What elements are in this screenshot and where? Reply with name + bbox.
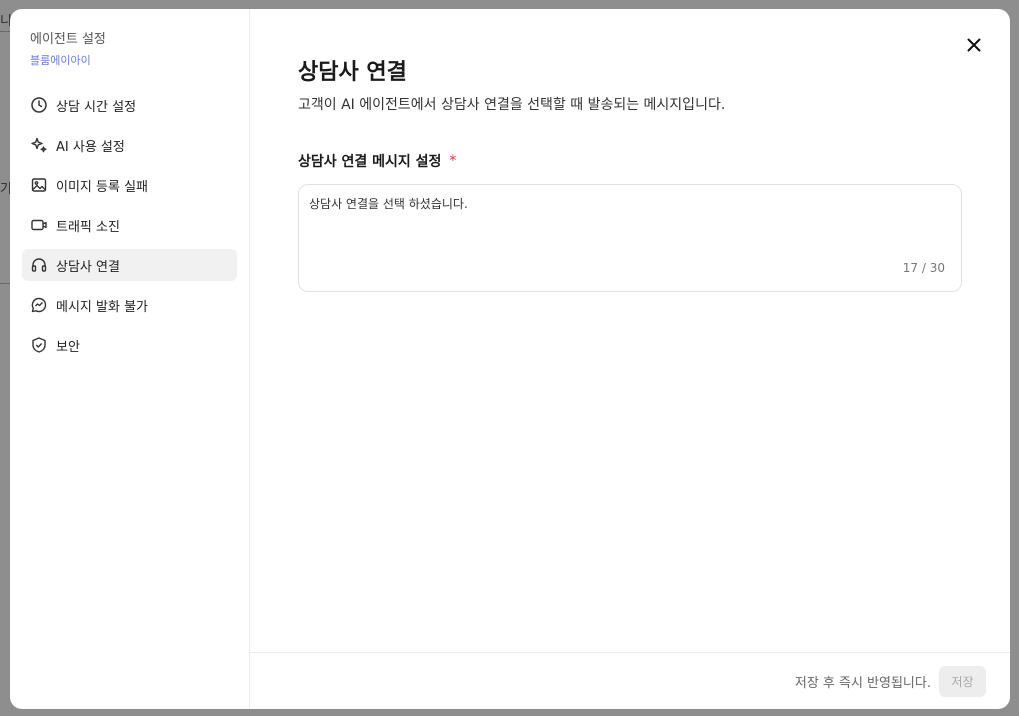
sidebar-item-label: 상담사 연결 [56,259,120,275]
backdrop-divider [0,31,10,32]
sidebar-item-label: 이미지 등록 실패 [56,179,148,195]
sidebar-item-ai-usage[interactable]: AI 사용 설정 [22,129,237,161]
headset-icon [30,256,48,274]
character-counter: 17 / 30 [902,261,945,275]
workspace-name: 블룸에이아이 [30,54,91,67]
sidebar: 에이전트 설정 블룸에이아이 상담 시간 설정 AI 사용 설정 이미지 등록 … [10,9,250,709]
content: 상담사 연결 고객이 AI 에이전트에서 상담사 연결을 선택할 때 발송되는 … [250,9,1010,292]
sidebar-item-security[interactable]: 보안 [22,329,237,361]
footer: 저장 후 즉시 반영됩니다. 저장 [250,652,1010,709]
backdrop-divider-2 [0,283,10,284]
sidebar-item-image-upload-failure[interactable]: 이미지 등록 실패 [22,169,237,201]
sidebar-nav: 상담 시간 설정 AI 사용 설정 이미지 등록 실패 트래픽 소진 상담사 연… [22,89,237,361]
close-icon [967,38,981,52]
clock-icon [30,96,48,114]
message-textarea-container: 상담사 연결을 선택 하셨습니다. 17 / 30 [298,184,962,292]
chat-bubble-icon [30,296,48,314]
close-button[interactable] [964,35,984,55]
sidebar-item-label: 트래픽 소진 [56,219,120,235]
sidebar-item-traffic-exhausted[interactable]: 트래픽 소진 [22,209,237,241]
main-panel: 상담사 연결 고객이 AI 에이전트에서 상담사 연결을 선택할 때 발송되는 … [250,9,1010,709]
footer-note: 저장 후 즉시 반영됩니다. [794,675,931,691]
sidebar-item-label: 메시지 발화 불가 [56,299,148,315]
message-textarea[interactable]: 상담사 연결을 선택 하셨습니다. [309,195,951,255]
sidebar-item-consult-hours[interactable]: 상담 시간 설정 [22,89,237,121]
sidebar-item-agent-connect[interactable]: 상담사 연결 [22,249,237,281]
sidebar-item-label: 상담 시간 설정 [56,99,137,115]
field-label-text: 상담사 연결 메시지 설정 [298,154,442,170]
sparkle-icon [30,136,48,154]
sidebar-item-label: AI 사용 설정 [56,139,125,155]
page-title: 상담사 연결 [298,60,407,85]
sidebar-item-message-unavailable[interactable]: 메시지 발화 불가 [22,289,237,321]
page-description: 고객이 AI 에이전트에서 상담사 연결을 선택할 때 발송되는 메시지입니다. [298,97,726,113]
save-button[interactable]: 저장 [939,665,986,697]
message-field-label: 상담사 연결 메시지 설정 * [298,151,962,171]
sidebar-header: 에이전트 설정 블룸에이아이 [22,29,237,69]
sidebar-item-label: 보안 [56,339,80,355]
shield-check-icon [30,336,48,354]
sidebar-title: 에이전트 설정 [30,32,106,47]
settings-modal: 에이전트 설정 블룸에이아이 상담 시간 설정 AI 사용 설정 이미지 등록 … [10,9,1010,709]
image-icon [30,176,48,194]
required-mark: * [449,153,457,169]
video-icon [30,216,48,234]
